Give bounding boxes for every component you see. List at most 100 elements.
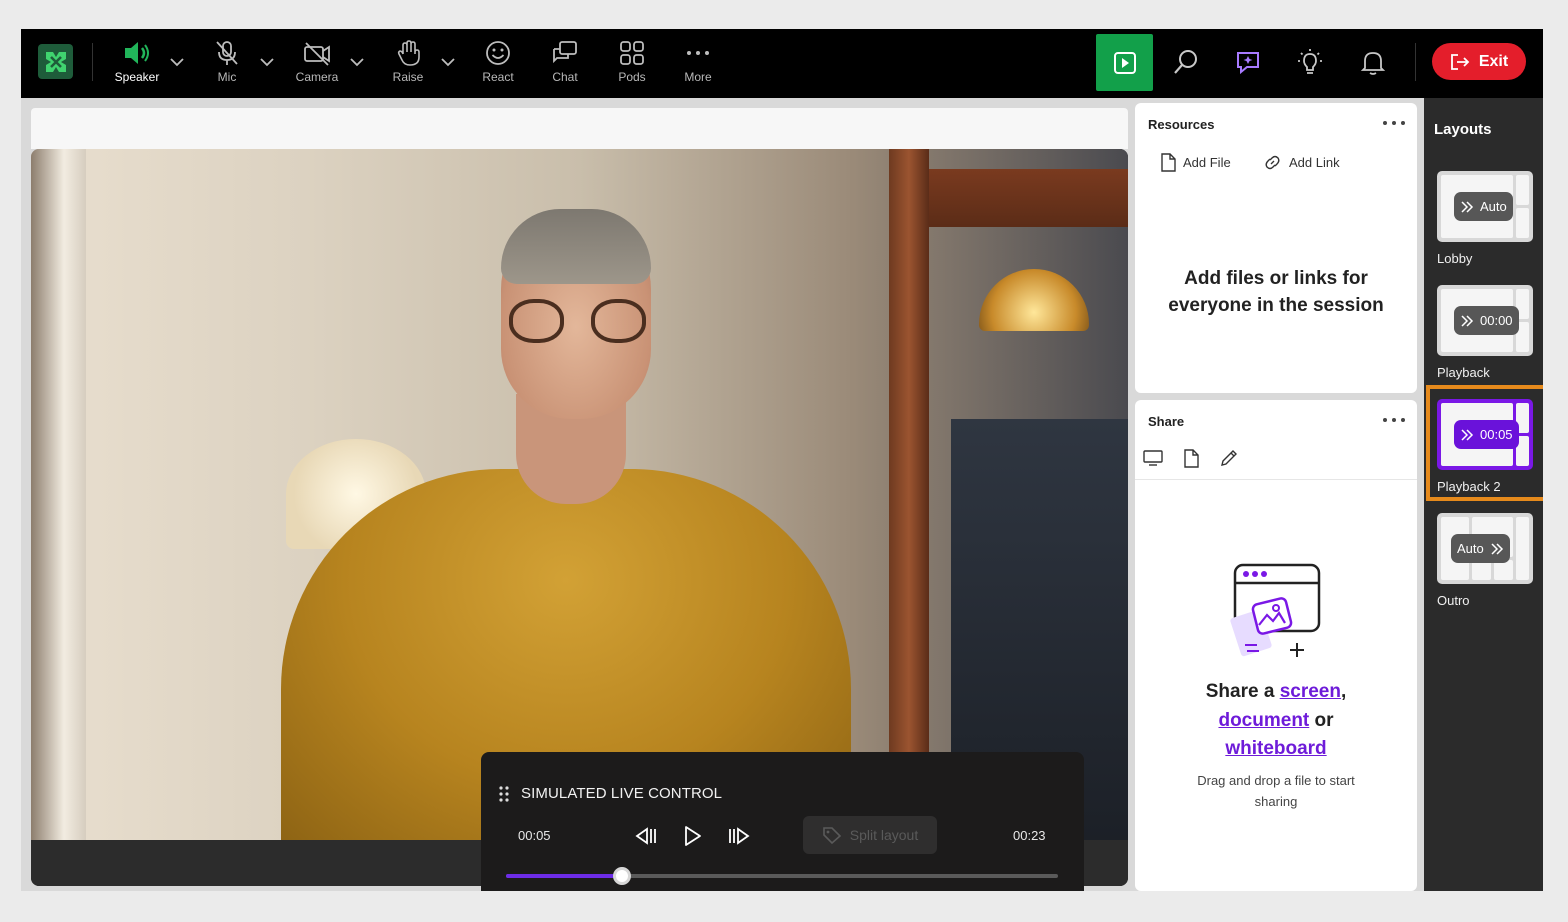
layout-pill-text: 00:00: [1480, 313, 1513, 328]
exit-button[interactable]: Exit: [1432, 43, 1526, 80]
add-file-label: Add File: [1183, 155, 1231, 170]
share-more-icon[interactable]: [1383, 412, 1405, 428]
add-link-button[interactable]: Add Link: [1263, 153, 1340, 172]
speaker-button[interactable]: Speaker: [107, 38, 167, 90]
add-file-button[interactable]: Add File: [1160, 153, 1231, 172]
more-label: More: [684, 70, 712, 84]
file-icon: [1161, 153, 1176, 172]
react-label: React: [482, 70, 514, 84]
camera-chevron-down-icon[interactable]: [348, 53, 366, 71]
lightbulb-icon: [1298, 49, 1322, 74]
resources-empty-message: Add files or links for everyone in the s…: [1135, 265, 1417, 319]
empty-line-1: Add files or links for: [1184, 268, 1368, 289]
chat-label: Chat: [552, 70, 578, 84]
notifications-button[interactable]: [1357, 46, 1389, 78]
smiley-icon: [486, 41, 510, 65]
chat-icon: [553, 41, 577, 64]
camera-button[interactable]: Camera: [287, 38, 347, 90]
hint-line-1: Drag and drop a file to start: [1197, 773, 1355, 788]
layout-pill-text: 00:05: [1480, 427, 1513, 442]
rewind-icon: [635, 827, 656, 845]
playback-progress-fill: [506, 874, 622, 878]
scrubber-handle[interactable]: [612, 867, 631, 885]
layout-outro[interactable]: Auto Outro: [1437, 513, 1533, 608]
double-chevron-right-icon: [1461, 314, 1474, 327]
insights-button[interactable]: [1294, 46, 1326, 78]
layout-label: Outro: [1437, 593, 1470, 608]
speaker-chevron-down-icon[interactable]: [168, 53, 186, 71]
share-whiteboard-link[interactable]: whiteboard: [1225, 738, 1326, 759]
speaker-label: Speaker: [114, 70, 160, 84]
pods-button[interactable]: Pods: [602, 38, 662, 90]
share-screen-link[interactable]: screen: [1280, 681, 1341, 702]
share-drag-hint: Drag and drop a file to start sharing: [1135, 770, 1417, 812]
resources-more-icon[interactable]: [1383, 115, 1405, 131]
double-chevron-right-icon: [1461, 200, 1474, 213]
search-icon: [1174, 50, 1197, 74]
forward-button[interactable]: [724, 821, 754, 851]
layout-playback[interactable]: 00:00 Playback: [1437, 285, 1533, 380]
rewind-button[interactable]: [631, 821, 661, 851]
share-illustration-icon: [1230, 563, 1321, 657]
toolbar-divider: [92, 43, 93, 81]
share-headline: Share a screen, document or whiteboard: [1135, 678, 1417, 764]
share-whiteboard-pencil-icon[interactable]: [1219, 448, 1239, 468]
toolbar-divider: [1415, 43, 1416, 81]
drag-handle-icon[interactable]: [498, 785, 510, 803]
slc-title: SIMULATED LIVE CONTROL: [521, 785, 723, 802]
layout-label: Lobby: [1437, 251, 1473, 266]
exit-door-icon: [1450, 53, 1470, 70]
more-dots-icon: [687, 51, 709, 55]
ai-assistant-button[interactable]: [1232, 46, 1264, 78]
playback-scrubber[interactable]: [506, 867, 1058, 885]
speaker-icon: [125, 42, 149, 64]
split-layout-label: Split layout: [849, 827, 919, 843]
stage-header: [31, 108, 1128, 149]
share-or: or: [1314, 709, 1334, 731]
hint-line-2: sharing: [1254, 794, 1298, 809]
mic-off-icon: [216, 41, 238, 65]
mic-chevron-down-icon[interactable]: [258, 53, 276, 71]
split-layout-button[interactable]: Split layout: [803, 816, 937, 854]
layouts-sidebar: Layouts Auto Lobby 00:00 Playback 00:05 …: [1424, 98, 1543, 891]
play-square-icon: [1113, 51, 1136, 74]
share-prefix: Share a: [1205, 681, 1275, 702]
raise-hand-button[interactable]: Raise: [378, 38, 438, 90]
bell-icon: [1360, 52, 1386, 75]
react-button[interactable]: React: [468, 38, 528, 90]
raise-label: Raise: [392, 70, 424, 84]
mic-label: Mic: [217, 70, 237, 84]
pods-label: Pods: [618, 70, 646, 84]
start-playback-button[interactable]: [1096, 34, 1153, 91]
raise-chevron-down-icon[interactable]: [439, 53, 457, 71]
mic-button[interactable]: Mic: [197, 38, 257, 90]
search-button[interactable]: [1170, 46, 1202, 78]
top-toolbar: Speaker Mic Camera Raise React Chat Pods…: [21, 29, 1543, 98]
layout-pill-text: Auto: [1480, 199, 1507, 214]
share-panel: Share Share a screen, document or whiteb…: [1135, 400, 1417, 891]
layout-label: Playback 2: [1437, 479, 1501, 494]
connect-logo-icon: [45, 51, 66, 72]
total-time: 00:23: [1013, 828, 1046, 843]
camera-label: Camera: [295, 70, 339, 84]
resources-panel: Resources Add File Add Link Add files or…: [1135, 103, 1417, 393]
share-screen-icon[interactable]: [1143, 448, 1163, 468]
resources-title: Resources: [1148, 117, 1215, 132]
layout-playback-2[interactable]: 00:05 Playback 2: [1437, 399, 1533, 494]
share-document-icon[interactable]: [1181, 448, 1201, 468]
layout-label: Playback: [1437, 365, 1490, 380]
add-link-label: Add Link: [1289, 155, 1340, 170]
share-document-link[interactable]: document: [1218, 710, 1309, 731]
layout-lobby[interactable]: Auto Lobby: [1437, 171, 1533, 266]
tag-icon: [822, 827, 841, 844]
more-button[interactable]: More: [668, 38, 728, 90]
empty-line-2: everyone in the session: [1168, 295, 1384, 316]
play-icon: [685, 826, 701, 846]
ai-chat-sparkle-icon: [1237, 52, 1259, 75]
chat-button[interactable]: Chat: [535, 38, 595, 90]
play-button[interactable]: [677, 821, 707, 851]
raise-hand-icon: [397, 40, 420, 66]
camera-off-icon: [304, 42, 330, 66]
fast-forward-icon: [729, 827, 750, 845]
app-logo: [38, 44, 73, 79]
